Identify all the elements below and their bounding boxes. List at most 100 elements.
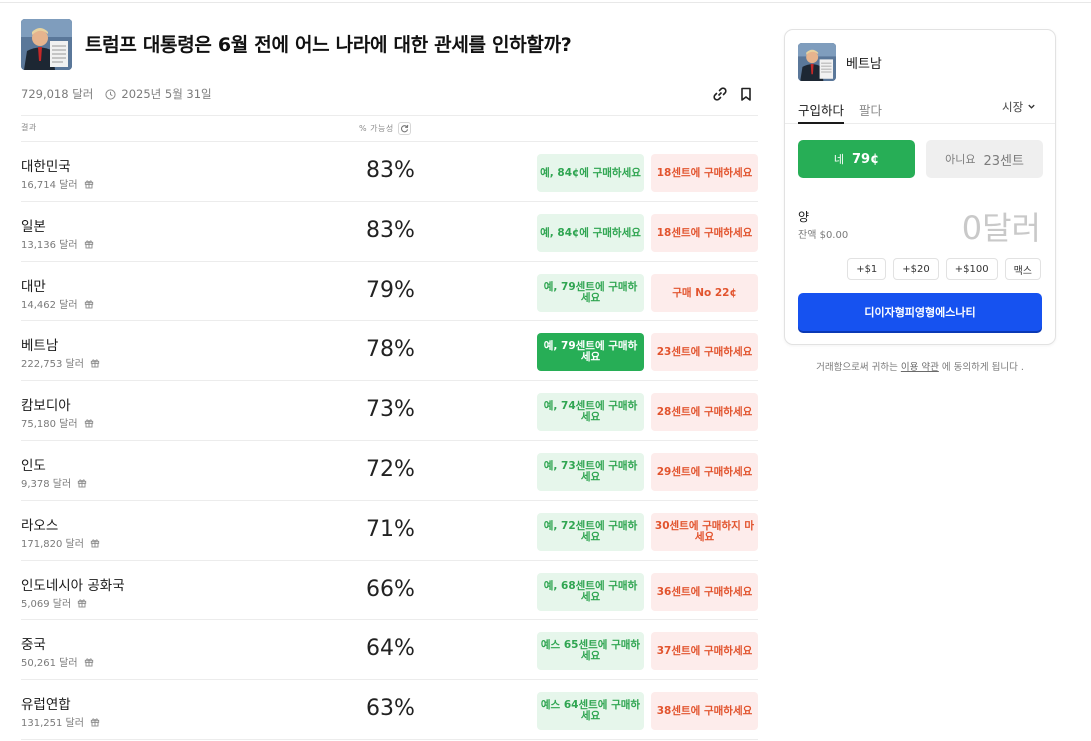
buy-yes-button[interactable]: 예, 68센트에 구매하세요 — [537, 573, 644, 611]
outcome-volume: 5,069 달러 — [21, 599, 72, 610]
quick-amount-1-button[interactable]: +$1 — [847, 258, 887, 280]
amount-input[interactable]: 0달러 — [962, 203, 1041, 249]
bookmark-icon[interactable] — [738, 86, 754, 102]
outcome-row[interactable]: 인도 9,378 달러 72% 예, 73센트에 구매하세요 29센트에 구매하세요 — [21, 441, 758, 501]
outcome-probability: 71% — [366, 517, 415, 542]
buy-no-button[interactable]: 구매 No 22¢ — [651, 274, 758, 312]
buy-no-button[interactable]: 38센트에 구매하세요 — [651, 692, 758, 730]
outcome-row[interactable]: 대한민국 16,714 달러 83% 예, 84¢에 구매하세요 18센트에 구매하세요 — [21, 142, 758, 202]
yes-label: 네 — [833, 153, 844, 166]
outcome-row[interactable]: 대만 14,462 달러 79% 예, 79센트에 구매하세요 구매 No 22¢ — [21, 262, 758, 322]
header-divider — [21, 115, 758, 116]
outcome-probability: 78% — [366, 337, 415, 362]
buy-yes-button[interactable]: 예, 79센트에 구매하세요 — [537, 274, 644, 312]
balance-text: 잔액 $0.00 — [798, 230, 849, 241]
buy-yes-button[interactable]: 예스 65센트에 구매하세요 — [537, 632, 644, 670]
outcome-volume: 222,753 달러 — [21, 359, 84, 370]
tab-sell[interactable]: 팔다 — [859, 100, 882, 119]
buy-yes-button[interactable]: 예, 72센트에 구매하세요 — [537, 513, 644, 551]
terms-prefix: 거래함으로써 귀하는 — [816, 362, 898, 373]
outcome-row[interactable]: 캄보디아 75,180 달러 73% 예, 74센트에 구매하세요 28센트에 구매하세… — [21, 381, 758, 441]
quick-amount-max-button[interactable]: 맥스 — [1004, 258, 1041, 280]
tab-buy[interactable]: 구입하다 — [798, 100, 845, 124]
outcome-volume-group: 16,714 달러 — [21, 176, 94, 191]
buy-no-button[interactable]: 29센트에 구매하세요 — [651, 453, 758, 491]
outcome-volume-group: 14,462 달러 — [21, 296, 94, 311]
outcome-volume: 14,462 달러 — [21, 300, 78, 311]
trade-panel: 베트남 구입하다 팔다 시장 네 79¢ 아니요 23센트 양 잔액 $0.00… — [784, 29, 1056, 345]
outcome-volume: 16,714 달러 — [21, 180, 78, 191]
yes-price: 79¢ — [851, 151, 880, 167]
row-divider — [21, 739, 758, 740]
gift-icon — [84, 418, 94, 428]
outcome-volume: 50,261 달러 — [21, 658, 78, 669]
outcome-volume-group: 222,753 달러 — [21, 355, 100, 370]
quick-amount-20-button[interactable]: +$20 — [893, 258, 939, 280]
event-volume: 729,018 달러 — [21, 87, 94, 101]
outcome-volume: 131,251 달러 — [21, 718, 84, 729]
outcome-name: 베트남 — [21, 338, 59, 354]
refresh-icon[interactable] — [397, 122, 411, 135]
outcome-row[interactable]: 유럽연합 131,251 달러 63% 예스 64센트에 구매하세요 38센트에 구매하… — [21, 680, 758, 740]
amount-label: 양 — [798, 210, 810, 224]
outcome-probability: 83% — [366, 218, 415, 243]
outcome-row[interactable]: 인도네시아 공화국 5,069 달러 66% 예, 68센트에 구매하세요 36센트에 … — [21, 561, 758, 621]
trade-tabs: 구입하다 팔다 시장 — [785, 96, 1055, 124]
outcome-volume: 171,820 달러 — [21, 539, 84, 550]
top-divider — [0, 2, 1091, 3]
outcome-name: 인도네시아 공화국 — [21, 578, 125, 594]
buy-yes-button[interactable]: 예, 84¢에 구매하세요 — [537, 214, 644, 252]
terms-suffix: 에 동의하게 됩니다 . — [941, 362, 1024, 373]
outcome-row[interactable]: 베트남 222,753 달러 78% 예, 79센트에 구매하세요 23센트에 구매하세… — [21, 321, 758, 381]
gift-icon — [77, 478, 87, 488]
terms-link[interactable]: 이용 약관 — [901, 362, 939, 373]
outcome-volume-group: 5,069 달러 — [21, 595, 87, 610]
buy-no-button[interactable]: 18센트에 구매하세요 — [651, 154, 758, 192]
outcome-volume: 9,378 달러 — [21, 479, 72, 490]
buy-no-button[interactable]: 23센트에 구매하세요 — [651, 333, 758, 371]
buy-yes-button[interactable]: 예, 74센트에 구매하세요 — [537, 393, 644, 431]
outcome-name: 중국 — [21, 637, 46, 653]
outcome-row[interactable]: 중국 50,261 달러 64% 예스 65센트에 구매하세요 37센트에 구매하세요 — [21, 620, 758, 680]
buy-yes-button[interactable]: 예, 73센트에 구매하세요 — [537, 453, 644, 491]
gift-icon — [77, 598, 87, 608]
link-icon[interactable] — [712, 86, 728, 102]
page-title: 트럼프 대통령은 6월 전에 어느 나라에 대한 관세를 인하할까? — [85, 34, 572, 56]
outcome-volume: 75,180 달러 — [21, 419, 78, 430]
outcome-probability: 73% — [366, 397, 415, 422]
outcome-probability: 83% — [366, 158, 415, 183]
outcome-probability: 79% — [366, 278, 415, 303]
buy-no-button[interactable]: 37센트에 구매하세요 — [651, 632, 758, 670]
outcome-name: 캄보디아 — [21, 398, 71, 414]
market-thumbnail — [798, 43, 836, 81]
outcome-volume-group: 50,261 달러 — [21, 654, 94, 669]
outcome-volume-group: 9,378 달러 — [21, 475, 87, 490]
quick-amount-100-button[interactable]: +$100 — [945, 258, 998, 280]
terms-notice: 거래함으로써 귀하는 이용 약관 에 동의하게 됩니다 . — [784, 359, 1056, 373]
outcome-volume-group: 171,820 달러 — [21, 535, 100, 550]
buy-no-button[interactable]: 28센트에 구매하세요 — [651, 393, 758, 431]
buy-no-button[interactable]: 아니요 23센트 — [926, 140, 1043, 178]
buy-no-button[interactable]: 36센트에 구매하세요 — [651, 573, 758, 611]
outcome-name: 인도 — [21, 458, 46, 474]
outcome-row[interactable]: 일본 13,136 달러 83% 예, 84¢에 구매하세요 18센트에 구매하세요 — [21, 202, 758, 262]
buy-yes-button[interactable]: 예, 79센트에 구매하세요 — [537, 333, 644, 371]
submit-trade-button[interactable]: 디이자형피영형에스나티 — [798, 293, 1042, 331]
outcome-name: 라오스 — [21, 518, 59, 534]
outcome-volume-group: 131,251 달러 — [21, 714, 100, 729]
market-title: 베트남 — [846, 57, 882, 72]
column-header-probability: % 가능성 — [359, 122, 411, 135]
outcome-row[interactable]: 라오스 171,820 달러 71% 예, 72센트에 구매하세요 30센트에 구매하지… — [21, 501, 758, 561]
buy-no-button[interactable]: 18센트에 구매하세요 — [651, 214, 758, 252]
outcome-probability: 63% — [366, 696, 415, 721]
clock-icon — [105, 88, 116, 100]
buy-yes-button[interactable]: 네 79¢ — [798, 140, 915, 178]
buy-yes-button[interactable]: 예스 64센트에 구매하세요 — [537, 692, 644, 730]
header-actions — [712, 86, 754, 102]
buy-yes-button[interactable]: 예, 84¢에 구매하세요 — [537, 154, 644, 192]
order-type-dropdown[interactable]: 시장 — [1002, 99, 1036, 115]
outcome-probability: 72% — [366, 457, 415, 482]
buy-no-button[interactable]: 30센트에 구매하지 마세요 — [651, 513, 758, 551]
probability-header-label: % 가능성 — [359, 124, 394, 133]
outcome-name: 대만 — [21, 279, 46, 295]
